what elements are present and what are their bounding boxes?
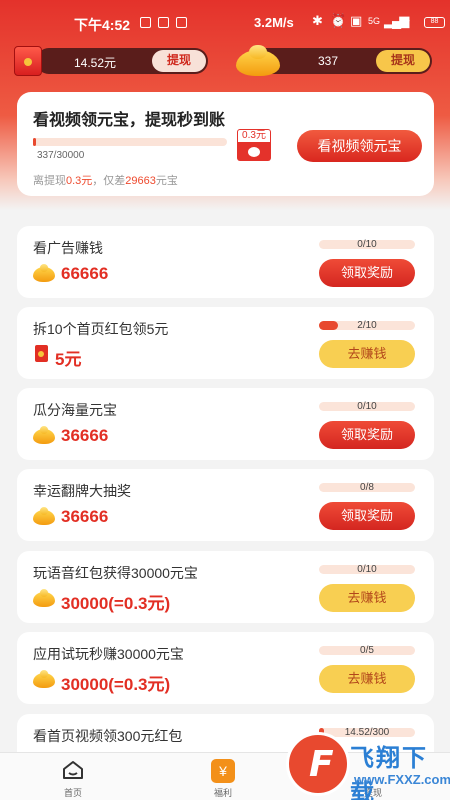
welfare-icon: ¥ [211,759,235,783]
claim-reward-button[interactable]: 领取奖励 [319,259,415,287]
task-progress-text: 0/10 [357,401,377,412]
task-card: 拆10个首页红包领5元 5元 2/10 去赚钱 [17,307,434,379]
hero-note-middle: ，仅差 [92,175,126,187]
battery-icon: 88 [424,17,445,28]
task-title: 应用试玩秒赚30000元宝 [33,646,184,662]
hero-note-amount: 0.3元 [66,175,93,187]
ingot-withdraw-button[interactable]: 提现 [376,50,430,72]
cash-badge-amount: 0.3元 [237,129,271,143]
balance-row: 14.52元 提现 337 提现 [0,44,450,76]
ingot-icon [33,426,55,444]
task-progress-text: 2/10 [357,320,377,331]
red-envelope-icon [14,46,42,76]
home-icon [63,761,83,779]
ingot-icon [33,507,55,525]
go-earn-button[interactable]: 去赚钱 [319,584,415,612]
video-reward-card: 看视频领元宝，提现秒到账 337/30000 0.3元 看视频领元宝 离提现0.… [17,92,434,196]
network-speed: 3.2M/s [254,15,294,30]
hero-progress-bar [33,138,227,146]
hero-note-suffix: 元宝 [155,175,178,187]
watermark-url: www.FXXZ.com [354,772,450,787]
claim-reward-button[interactable]: 领取奖励 [319,421,415,449]
wifi-icon: ◔ [404,15,411,27]
hero-title: 看视频领元宝，提现秒到账 [33,112,226,129]
nav-welfare-label: 福利 [213,788,232,798]
task-reward: 5元 [55,350,82,369]
nav-home-label: 首页 [63,788,82,798]
task-progress-text: 0/5 [360,645,374,656]
ingot-balance-value: 337 [318,54,339,68]
task-progress-text: 0/10 [357,564,377,575]
task-card: 看广告赚钱 66666 0/10 领取奖励 [17,226,434,298]
vibrate-icon: ▣ [350,13,363,28]
task-card: 玩语音红包获得30000元宝 30000(=0.3元) 0/10 去赚钱 [17,551,434,623]
task-title: 看广告赚钱 [33,240,103,256]
task-reward: 30000(=0.3元) [61,675,171,694]
task-card: 幸运翻牌大抽奖 36666 0/8 领取奖励 [17,469,434,541]
ingot-icon [33,670,55,688]
nav-welfare[interactable]: ¥ 福利 [183,753,263,800]
ingot-icon [33,264,55,282]
task-card: 应用试玩秒赚30000元宝 30000(=0.3元) 0/5 去赚钱 [17,632,434,704]
task-title: 拆10个首页红包领5元 [33,321,169,337]
hero-progress-fill [33,138,36,146]
cash-badge-icon: 0.3元 [237,129,271,161]
hero-note: 离提现0.3元，仅差29663元宝 [33,172,178,188]
notification-icon [158,17,169,28]
status-bar: 下午4:52 3.2M/s ✱ ⏰ ▣ 5G ▂▄▆ ◔ 88 [0,0,450,44]
task-reward: 66666 [61,264,109,283]
task-progress-text: 0/10 [357,239,377,250]
watermark-logo: 飞翔下载 www.FXXZ.com [282,728,450,800]
task-card: 瓜分海量元宝 36666 0/10 领取奖励 [17,388,434,460]
task-reward: 36666 [61,426,109,445]
claim-reward-button[interactable]: 领取奖励 [319,502,415,530]
cash-balance-value: 14.52元 [74,56,117,70]
go-earn-button[interactable]: 去赚钱 [319,340,415,368]
cash-balance-pill: 14.52元 提现 [36,48,208,74]
task-progress-text: 0/8 [360,482,374,493]
red-envelope-icon [35,345,48,362]
hero-progress-text: 337/30000 [37,150,85,161]
nav-home[interactable]: 首页 [33,753,113,800]
task-title: 看首页视频领300元红包 [33,728,183,744]
notification-icon [140,17,151,28]
watermark-title: 飞翔下载 [350,745,428,800]
task-title: 瓜分海量元宝 [33,402,117,418]
cash-withdraw-button[interactable]: 提现 [152,50,206,72]
task-title: 玩语音红包获得30000元宝 [33,565,198,581]
go-earn-button[interactable]: 去赚钱 [319,665,415,693]
signal-label: 5G [368,16,381,26]
wechat-icon [237,143,271,161]
notification-icon [176,17,187,28]
hero-note-remaining: 29663 [125,175,156,187]
task-reward: 36666 [61,507,109,526]
status-time: 下午4:52 [74,17,131,33]
hero-note-prefix: 离提现 [33,175,66,187]
watch-video-button[interactable]: 看视频领元宝 [297,130,422,162]
task-reward: 30000(=0.3元) [61,594,171,613]
ingot-icon [33,589,55,607]
ingot-icon [236,44,280,76]
alarm-icon: ⏰ [330,13,347,28]
task-title: 幸运翻牌大抽奖 [33,483,131,499]
watermark-emblem [286,732,350,796]
bluetooth-icon: ✱ [312,13,323,28]
